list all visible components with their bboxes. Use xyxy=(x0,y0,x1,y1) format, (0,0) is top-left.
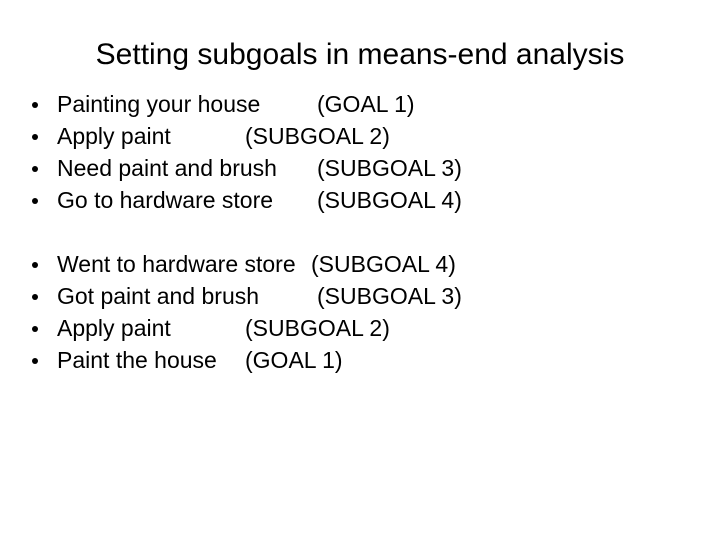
bullet-goal-tag: (GOAL 1) xyxy=(317,91,415,117)
bullet-label: Went to hardware store xyxy=(57,251,296,277)
bullet-goal-tag: (SUBGOAL 4) xyxy=(311,251,456,277)
bullet-label: Go to hardware store xyxy=(57,187,274,213)
bullet-point-icon xyxy=(32,294,38,300)
slide-body: Painting your house (GOAL 1) Apply paint… xyxy=(0,88,720,376)
list-item: Painting your house (GOAL 1) xyxy=(0,88,720,120)
bullet-label: Apply paint xyxy=(57,123,171,149)
list-item: Go to hardware store (SUBGOAL 4) xyxy=(0,184,720,216)
bullet-goal-tag: (SUBGOAL 4) xyxy=(317,187,462,213)
slide-canvas: Setting subgoals in means-end analysis P… xyxy=(0,0,720,540)
list-item: Apply paint (SUBGOAL 2) xyxy=(0,312,720,344)
bullet-goal-tag: (SUBGOAL 2) xyxy=(245,123,390,149)
bullet-goal-tag: (SUBGOAL 2) xyxy=(245,315,390,341)
list-item: Apply paint (SUBGOAL 2) xyxy=(0,120,720,152)
bullet-point-icon xyxy=(32,198,38,204)
list-item: Need paint and brush (SUBGOAL 3) xyxy=(0,152,720,184)
bullet-group-execution-sequence: Went to hardware store (SUBGOAL 4) Got p… xyxy=(0,248,720,376)
bullet-point-icon xyxy=(32,102,38,108)
bullet-label: Paint the house xyxy=(57,347,217,373)
bullet-label: Painting your house xyxy=(57,91,261,117)
bullet-point-icon xyxy=(32,326,38,332)
bullet-label: Need paint and brush xyxy=(57,155,277,181)
list-item: Got paint and brush (SUBGOAL 3) xyxy=(0,280,720,312)
bullet-label: Got paint and brush xyxy=(57,283,260,309)
bullet-group-forward-planning-sequence: Painting your house (GOAL 1) Apply paint… xyxy=(0,88,720,216)
bullet-goal-tag: (GOAL 1) xyxy=(245,347,343,373)
bullet-label: Apply paint xyxy=(57,315,171,341)
bullet-goal-tag: (SUBGOAL 3) xyxy=(317,283,462,309)
bullet-point-icon xyxy=(32,166,38,172)
bullet-point-icon xyxy=(32,358,38,364)
list-item: Paint the house (GOAL 1) xyxy=(0,344,720,376)
bullet-point-icon xyxy=(32,134,38,140)
page-title: Setting subgoals in means-end analysis xyxy=(95,38,625,72)
bullet-point-icon xyxy=(32,262,38,268)
bullet-goal-tag: (SUBGOAL 3) xyxy=(317,155,462,181)
list-item: Went to hardware store (SUBGOAL 4) xyxy=(0,248,720,280)
